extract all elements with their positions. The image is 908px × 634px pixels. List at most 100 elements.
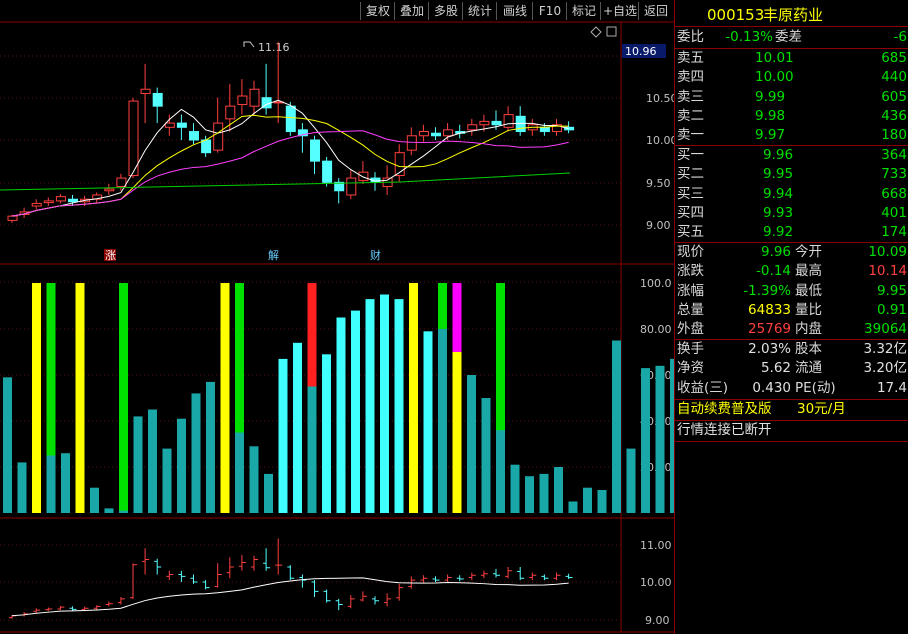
indicator-bar <box>90 487 99 513</box>
mini-candle <box>311 580 319 597</box>
mini-candle <box>105 601 113 607</box>
mini-candle <box>359 591 367 602</box>
moving-average-line <box>11 130 569 217</box>
kline-chart-area[interactable]: 10.50 10.00 9.50 9.00 10.96 100.0 80.00 … <box>0 0 674 634</box>
candle <box>552 118 562 136</box>
candle <box>406 127 417 156</box>
mini-candle <box>347 595 355 609</box>
indicator-bar <box>3 377 12 513</box>
indicator-bar <box>423 331 433 513</box>
indicator-bar <box>206 381 215 513</box>
promo-price[interactable]: 30元/月 <box>797 400 846 419</box>
indicator-axis-label: 100.0 <box>640 277 672 290</box>
ask-price: 10.01 <box>755 50 794 66</box>
candle <box>467 118 478 136</box>
high-annotation: 11.16 <box>258 41 290 54</box>
indicator-bar <box>148 409 157 513</box>
ask-price: 9.97 <box>755 127 786 144</box>
candle <box>176 114 187 140</box>
stat-label: 最高 <box>795 263 822 280</box>
indicator-bar <box>162 448 172 513</box>
price-axis-label: 9.50 <box>646 177 671 190</box>
mini-candle <box>142 548 150 575</box>
candle <box>310 135 320 174</box>
bid-label: 买四 <box>677 204 704 221</box>
indicator-bar <box>322 354 331 513</box>
webi-value: -0.13% <box>725 29 773 45</box>
event-marker[interactable]: 解 <box>268 248 279 262</box>
mini-candle <box>166 570 174 581</box>
bid-price: 9.94 <box>763 185 794 202</box>
stat-value: -1.39% <box>743 282 791 299</box>
indicator-bar <box>510 464 520 513</box>
indicator-bar <box>46 455 56 513</box>
bid-volume: 733 <box>881 166 907 183</box>
indicator-bar <box>539 473 549 513</box>
diamond-icon[interactable] <box>590 26 602 38</box>
candle <box>322 156 333 187</box>
fin-label: 净资 <box>677 360 704 377</box>
indicator-bar <box>525 476 534 513</box>
ask-volume: 685 <box>881 50 907 66</box>
promo-text[interactable]: 自动续费普及版 <box>677 400 772 419</box>
indicator-bar <box>307 386 317 513</box>
ask-price: 9.99 <box>755 88 786 105</box>
indicator-bar <box>177 418 186 513</box>
ask-volume: 605 <box>881 88 907 105</box>
indicator-bar <box>220 283 230 513</box>
stat-label: 内盘 <box>795 321 822 338</box>
bid-label: 买三 <box>677 185 704 202</box>
candle <box>189 123 199 145</box>
mini-candle <box>251 555 258 571</box>
stat-row: 涨跌 -0.14 最高 10.14 <box>675 262 908 281</box>
bid-volume: 364 <box>881 147 907 163</box>
mini-candle <box>468 572 476 581</box>
indicator-bar <box>336 317 346 513</box>
mini-candle <box>45 607 53 612</box>
mini-candle <box>263 548 271 571</box>
mini-candle <box>178 570 186 582</box>
indicator-bar <box>17 462 27 513</box>
indicator-bar <box>452 352 462 513</box>
mini-candle <box>214 563 222 588</box>
mini-candle <box>238 555 246 571</box>
stat-value: 9.96 <box>760 244 791 260</box>
status-row: 行情连接已断开 <box>675 421 908 440</box>
bid-volume: 401 <box>881 204 907 221</box>
event-marker[interactable]: 涨 <box>105 249 116 262</box>
stat-label: 涨跌 <box>677 263 704 280</box>
webi-row: 委比 -0.13% 委差 -6 <box>675 28 908 47</box>
indicator-bar <box>467 375 476 513</box>
candle <box>346 169 357 200</box>
indicator-bar <box>626 448 636 513</box>
ask-price: 9.98 <box>755 107 786 124</box>
bid-price: 9.96 <box>763 147 794 163</box>
event-marker[interactable]: 财 <box>370 248 381 262</box>
current-price-tag: 10.96 <box>625 45 657 58</box>
mini-candle <box>517 567 525 581</box>
candle <box>249 80 260 115</box>
promo-row[interactable]: 自动续费普及版 30元/月 <box>675 400 908 419</box>
mini-candle <box>57 606 65 611</box>
mini-candle <box>117 597 125 605</box>
indicator-bar <box>351 310 360 513</box>
indicator-bar <box>496 430 505 513</box>
fin-value: 17.4 <box>876 379 907 396</box>
bid-price: 9.92 <box>763 224 794 241</box>
candle <box>503 106 514 132</box>
price-axis-label: 10.00 <box>646 134 674 147</box>
indicator-bar <box>612 340 621 513</box>
price-axis-label: 10.50 <box>646 92 674 105</box>
mini-candles <box>9 538 573 619</box>
fin-value: 0.430 <box>752 379 791 396</box>
mini-axis-label: 11.00 <box>640 539 672 552</box>
window-icon[interactable] <box>606 26 617 37</box>
stat-row: 总量 64833 量比 0.91 <box>675 301 908 320</box>
candle <box>140 63 151 124</box>
ask-row: 卖二 9.98 436 <box>675 107 908 126</box>
mini-candle <box>33 608 41 613</box>
candle <box>358 161 369 184</box>
candle <box>394 144 405 183</box>
price-axis-label: 9.00 <box>646 219 671 232</box>
mini-candle <box>444 574 452 582</box>
